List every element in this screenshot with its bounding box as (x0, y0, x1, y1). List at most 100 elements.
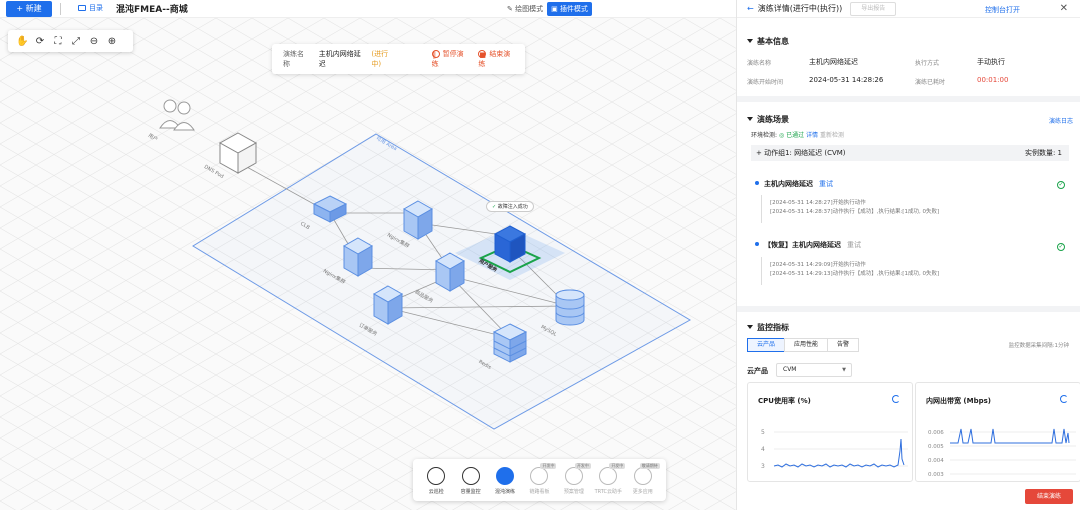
dock-item-tag: 开发中 (609, 463, 626, 469)
directory-button[interactable]: 目录 (78, 3, 103, 13)
plus-icon: + (16, 4, 26, 13)
product-service-node (434, 252, 466, 292)
canvas-nodes (159, 99, 585, 363)
drill-log-link[interactable]: 演练日志 (1049, 116, 1073, 125)
chevron-down-icon: ▼ (842, 367, 846, 373)
app-icon (599, 467, 618, 485)
page-title: 混沌FMEA--商城 (116, 5, 188, 15)
drill-info-box: 演练名称 主机内网络延迟 (进行中) ‖ 暂停演练 ■ 结束演练 (272, 44, 525, 74)
pause-icon: ‖ (431, 50, 440, 59)
dock-item-label: 预案管理 (563, 489, 584, 495)
mode-draw-button[interactable]: ✎ 绘图模式 (503, 2, 547, 16)
fit-icon[interactable]: ⛶ (52, 36, 64, 47)
retry-button[interactable]: 重试 (819, 180, 833, 188)
success-icon: ✓ (1057, 181, 1065, 189)
app-icon (427, 467, 446, 485)
action-item: 主机内网络延迟 重试 (755, 179, 833, 189)
fullscreen-icon[interactable]: ⤢ (70, 36, 82, 47)
section-title: 监控指标 (737, 312, 1080, 333)
refresh-icon[interactable] (892, 395, 900, 403)
dock-item-label: 更多应用 (632, 489, 653, 495)
dock-item[interactable]: 混沌演练 (490, 467, 520, 495)
nginx-node-1 (402, 200, 434, 240)
folder-icon (78, 5, 86, 11)
scenario-section: 演练场景 演练日志 环境检测: ◎ 已通过 详情 重新检测 + 动作组1: 网络… (737, 102, 1080, 312)
dock-item-label: TRTC云助手 (594, 489, 623, 495)
nginx-node-2 (342, 237, 374, 277)
top-bar: + 新建 目录 混沌FMEA--商城 ✎ 绘图模式 ▣ 插件模式 (0, 0, 736, 18)
cpu-chart: 5 4 3 (761, 429, 908, 470)
svg-text:0.006: 0.006 (928, 430, 944, 436)
svg-text:4: 4 (761, 446, 765, 453)
dock-item[interactable]: 容量监控 (456, 467, 486, 495)
architecture-canvas[interactable]: 用户 DNS Pod CLB Nginx集群 Nginx集群 用户服务 商品服务… (0, 18, 736, 510)
section-title: 基本信息 (737, 18, 1080, 47)
close-icon[interactable]: ✕ (1060, 3, 1068, 14)
mysql-node (555, 289, 585, 326)
success-icon: ✓ (1057, 243, 1065, 251)
dock-item-label: 容量监控 (460, 489, 481, 495)
section-title: 演练场景 (737, 102, 1080, 125)
refresh-icon[interactable] (1060, 395, 1068, 403)
tab-cloud-product[interactable]: 云产品 (747, 338, 786, 352)
order-service-node (372, 285, 404, 325)
collect-interval: 监控数据采集间隔:1分钟 (1008, 343, 1069, 349)
svg-text:0.003: 0.003 (928, 472, 944, 478)
monitor-tabs: 云产品 应用性能 告警 (747, 338, 860, 352)
app-icon (564, 467, 583, 485)
dock-item[interactable]: 预案管理 开发中 (559, 463, 591, 495)
hand-icon[interactable]: ✋ (16, 36, 28, 47)
mode-switch: ✎ 绘图模式 ▣ 插件模式 (503, 2, 592, 16)
dock-item-label: 混沌演练 (495, 489, 516, 495)
drill-detail-panel: ← 演练详情(进行中(执行)) 导出报告 控制台打开 ✕ 基本信息 演练名称 主… (736, 0, 1080, 510)
export-report-button[interactable]: 导出报告 (850, 1, 897, 16)
bandwidth-chart-card: 内网出带宽 (Mbps) 0.006 0.005 0.004 0.003 (915, 382, 1080, 482)
canvas-toolbar: ✋ ⟳ ⛶ ⤢ ⊖ ⊕ (8, 30, 133, 52)
action-group-header[interactable]: + 动作组1: 网络延迟 (CVM) 实例数量: 1 (751, 145, 1069, 161)
new-button[interactable]: + 新建 (6, 1, 52, 17)
tab-app-performance[interactable]: 应用性能 (784, 338, 829, 352)
user-service-node (455, 225, 565, 280)
svg-text:0.005: 0.005 (928, 444, 944, 450)
divider (60, 3, 61, 15)
user-node (159, 99, 195, 131)
cpu-chart-card: CPU使用率 (%) 5 4 3 (747, 382, 913, 482)
product-select[interactable]: CVM ▼ (776, 363, 852, 377)
dock-item[interactable]: 更多应用 敬请期待 (628, 463, 660, 495)
dock-item[interactable]: 云巡检 (421, 467, 451, 495)
retry-button[interactable]: 重试 (847, 241, 861, 249)
monitor-section: 监控指标 云产品 应用性能 告警 监控数据采集间隔:1分钟 云产品 CVM ▼ C… (737, 312, 1080, 510)
dock-item-label: 链路看板 (529, 489, 550, 495)
rotate-icon[interactable]: ⟳ (34, 36, 46, 47)
app-icon (461, 467, 480, 485)
svg-text:5: 5 (761, 429, 765, 436)
dock-item-label: 云巡检 (428, 489, 444, 495)
svg-text:0.004: 0.004 (928, 458, 944, 464)
dock-item[interactable]: TRTC云助手 开发中 (593, 463, 626, 495)
action-log: [2024-05-31 14:29:09]开始执行动作 [2024-05-31 … (761, 257, 1069, 285)
mode-plugin-button[interactable]: ▣ 插件模式 (547, 2, 592, 16)
dock-item-tag: 开发中 (540, 463, 557, 469)
app-icon (530, 467, 549, 485)
dock-item-tag: 敬请期待 (639, 463, 660, 469)
back-arrow-icon[interactable]: ← (747, 4, 754, 13)
svg-text:3: 3 (761, 463, 765, 470)
end-drill-button[interactable]: 结束演练 (1025, 489, 1073, 504)
end-drill-button[interactable]: ■ 结束演练 (478, 49, 517, 69)
zoom-out-icon[interactable]: ⊖ (88, 36, 100, 47)
dock-item[interactable]: 链路看板 开发中 (524, 463, 557, 495)
fault-badge: ✓ 故障注入成功 (486, 201, 534, 212)
env-detail-link[interactable]: 详情 (806, 132, 818, 139)
pause-drill-button[interactable]: ‖ 暂停演练 (431, 49, 471, 69)
cloud-product-label: 云产品 (747, 367, 768, 375)
bandwidth-chart: 0.006 0.005 0.004 0.003 (928, 428, 1076, 478)
app-icon (496, 467, 515, 485)
dock-item-tag: 开发中 (574, 463, 591, 469)
tab-alerts[interactable]: 告警 (827, 338, 860, 352)
zoom-in-icon[interactable]: ⊕ (106, 36, 118, 47)
clb-node (312, 195, 348, 223)
stop-icon: ■ (478, 50, 487, 59)
env-recheck-link[interactable]: 重新检测 (820, 132, 844, 139)
console-open-link[interactable]: 控制台打开 (985, 5, 1020, 15)
action-item: 【恢复】主机内网络延迟 重试 (755, 240, 861, 250)
